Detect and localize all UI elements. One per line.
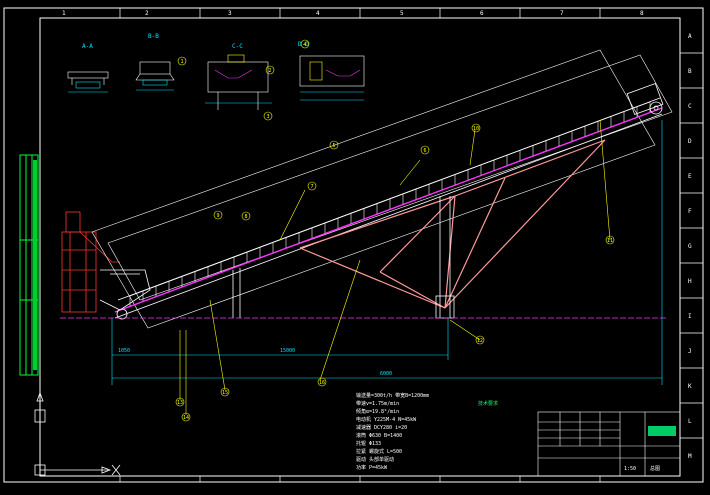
balloon-number: 8 [244, 214, 247, 220]
note-line-8: 拉紧 螺旋式 L=500 [356, 448, 402, 455]
col-mark-7: 7 [560, 10, 564, 17]
balloon-number: 12 [477, 338, 483, 344]
col-mark-3: 3 [228, 10, 232, 17]
note-line-6: 滚筒 Φ630 B=1400 [356, 432, 402, 439]
dim-label-1: 15000 [280, 348, 295, 354]
dimension-lines-bottom [111, 120, 663, 385]
section-a-label: A-A [82, 43, 93, 50]
row-mark-f: F [688, 208, 692, 215]
handrail-posts [129, 101, 651, 306]
sheet-inner-border [39, 17, 681, 477]
dimension-envelope [91, 49, 673, 329]
section-b-label: B-B [148, 33, 159, 40]
note-line-5: 减速器 DCY280 i=20 [356, 424, 407, 431]
row-mark-i: I [688, 313, 692, 320]
balloon-number: 3 [266, 114, 269, 120]
cad-drawing-canvas: 1 2 3 4 5 6 7 8 A B C D E F G H I J K L … [3, 7, 704, 483]
stamp-text: 技术要求 [478, 400, 498, 407]
handrail-top [129, 101, 651, 297]
column-labels: 1 2 3 4 5 6 7 8 [62, 10, 644, 17]
section-view-a [67, 71, 109, 93]
hopper-structure [61, 211, 120, 313]
col-mark-1: 1 [62, 10, 66, 17]
note-line-2: 带速v=1.75m/min [356, 401, 399, 407]
balloon-number: 1 [180, 59, 183, 65]
row-labels: A B C D E F G H I J K L M [688, 33, 692, 460]
col-mark-8: 8 [640, 10, 644, 17]
dim-label-3: 1050 [118, 348, 130, 354]
left-side-bar-fill [33, 160, 37, 370]
note-line-9: 驱动 头部单驱动 [356, 456, 394, 463]
support-truss [299, 139, 606, 309]
col-mark-2: 2 [145, 10, 149, 17]
row-mark-h: H [688, 278, 692, 285]
balloon-number: 7 [310, 184, 313, 190]
feed-chute [99, 269, 151, 311]
tech-notes: 输送量=300t/h 带宽B=1200mm 带速v=1.75m/min 倾角α=… [356, 392, 429, 471]
balloon-number: 6 [423, 148, 426, 154]
section-view-c [205, 54, 272, 110]
row-mark-l: L [688, 418, 692, 425]
ucs-icon [34, 391, 121, 476]
row-mark-c: C [688, 103, 692, 110]
row-mark-d: D [688, 138, 692, 145]
title-scale: 1:50 [624, 466, 636, 472]
title-sheet: 总图 [650, 465, 660, 472]
row-mark-g: G [688, 243, 692, 250]
section-c-label: C-C [232, 43, 243, 50]
balloon-number: 2 [268, 68, 271, 74]
note-line-10: 功率 P=45kW [356, 464, 388, 471]
title-block-highlight [648, 426, 676, 436]
row-mark-b: B [688, 68, 692, 75]
row-mark-m: M [688, 453, 692, 460]
note-line-7: 托辊 Φ133 [356, 440, 381, 447]
balloon-number: 15 [222, 390, 228, 396]
truss-columns [232, 196, 455, 319]
balloon-number: 4 [303, 42, 306, 48]
note-line-3: 倾角α=19.8°/min [356, 408, 399, 415]
balloon-number: 14 [183, 415, 189, 421]
balloon-number: 5 [332, 143, 335, 149]
balloon-number: 13 [177, 400, 183, 406]
row-mark-j: J [688, 348, 692, 355]
col-mark-5: 5 [400, 10, 404, 17]
balloon-number: 9 [216, 213, 219, 219]
leader-lines [179, 119, 611, 415]
col-mark-6: 6 [480, 10, 484, 17]
section-view-d [299, 55, 365, 101]
balloon-number: 11 [607, 238, 613, 244]
section-view-b [135, 61, 175, 91]
note-line-4: 电动机 Y225M-4 N=45kW [356, 416, 417, 423]
row-mark-a: A [688, 33, 692, 40]
balloon-number: 10 [473, 126, 479, 132]
part-balloons: 12345678910111213141516 [175, 39, 615, 422]
row-mark-k: K [688, 383, 692, 390]
note-line-1: 输送量=300t/h 带宽B=1200mm [356, 392, 429, 399]
dim-label-2: 6000 [380, 371, 392, 377]
row-mark-e: E [688, 173, 692, 180]
balloon-number: 16 [319, 380, 325, 386]
col-mark-4: 4 [316, 10, 320, 17]
